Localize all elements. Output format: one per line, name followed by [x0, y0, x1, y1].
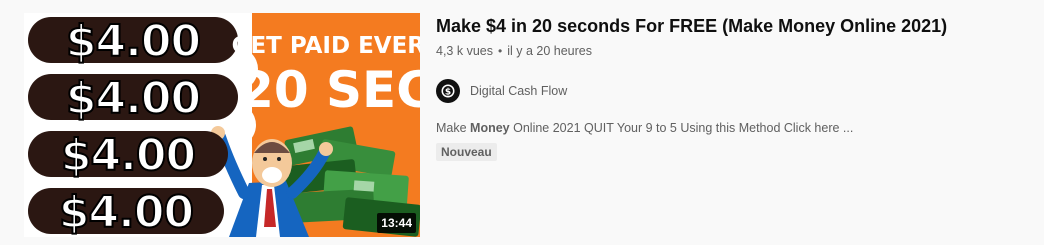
thumbnail-headline-top: GET PAID EVERY — [232, 33, 420, 59]
video-title[interactable]: Make $4 in 20 seconds For FREE (Make Mon… — [436, 13, 1036, 39]
dollar-coin-icon: $ — [441, 84, 455, 98]
amount-label-3: $4.00 — [61, 130, 195, 181]
amount-pill-2: $4.00 — [28, 72, 238, 125]
amount-pill-1: $4.00 — [28, 15, 238, 68]
channel-name[interactable]: Digital Cash Flow — [470, 84, 567, 98]
amount-label-2: $4.00 — [66, 73, 200, 124]
amount-label-1: $4.00 — [66, 16, 200, 67]
description-highlight: Money — [470, 121, 510, 135]
new-badge: Nouveau — [436, 143, 497, 161]
view-count: 4,3 k vues — [436, 44, 493, 58]
thumbnail-art: $4.00 $4.00 $4.00 $4.00 GET PAID EVERY 2… — [24, 13, 420, 237]
video-stats: 4,3 k vues • il y a 20 heures — [436, 42, 1036, 60]
stats-separator: • — [497, 44, 503, 58]
upload-age: il y a 20 heures — [507, 44, 592, 58]
amount-label-4: $4.00 — [59, 187, 193, 237]
svg-text:$: $ — [445, 88, 451, 98]
channel-row[interactable]: $ Digital Cash Flow — [436, 79, 1036, 103]
thumbnail-headline-bottom: 20 SEC — [239, 61, 420, 119]
video-meta: Make $4 in 20 seconds For FREE (Make Mon… — [436, 13, 1036, 161]
amount-pill-4: $4.00 — [28, 186, 224, 237]
video-description: Make Money Online 2021 QUIT Your 9 to 5 … — [436, 121, 854, 135]
amount-pill-3: $4.00 — [28, 129, 228, 182]
video-thumbnail[interactable]: $4.00 $4.00 $4.00 $4.00 GET PAID EVERY 2… — [24, 13, 420, 237]
duration-badge: 13:44 — [377, 213, 416, 233]
channel-avatar[interactable]: $ — [436, 79, 460, 103]
video-result[interactable]: $4.00 $4.00 $4.00 $4.00 GET PAID EVERY 2… — [0, 0, 1044, 245]
